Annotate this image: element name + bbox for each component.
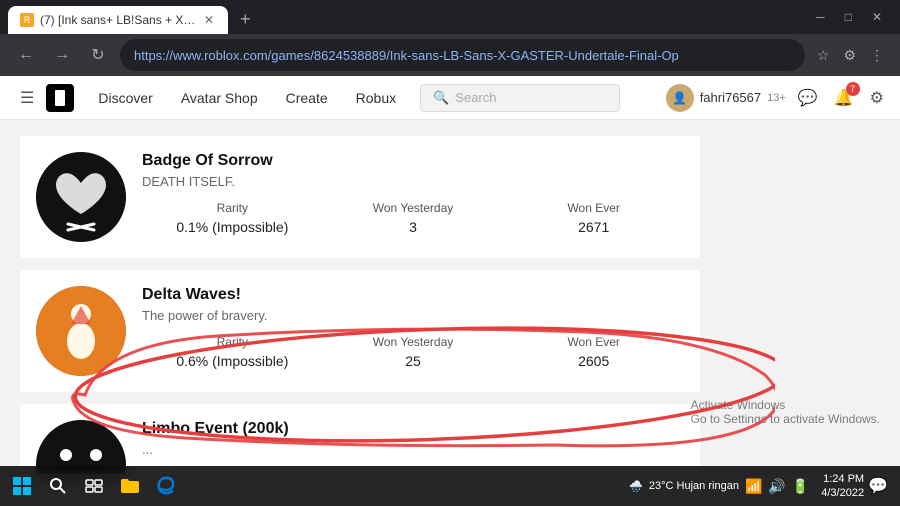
notifications-button[interactable]: 🔔 7 bbox=[830, 84, 858, 112]
search-placeholder: Search bbox=[455, 90, 496, 105]
address-bar: ← → ↻ ☆ ⚙ ⋮ bbox=[0, 34, 900, 76]
hamburger-menu-icon[interactable]: ☰ bbox=[12, 80, 42, 116]
ever-label-2: Won Ever bbox=[503, 335, 684, 349]
forward-button[interactable]: → bbox=[48, 41, 76, 69]
edge-browser-button[interactable] bbox=[148, 468, 184, 504]
stat-ever-sorrow: Won Ever 2671 bbox=[503, 201, 684, 235]
badge-name-delta: Delta Waves! bbox=[142, 286, 684, 304]
stat-yesterday-delta: Won Yesterday 25 bbox=[323, 335, 504, 369]
nav-discover[interactable]: Discover bbox=[86, 82, 164, 114]
badge-info-delta: Delta Waves! The power of bravery. Rarit… bbox=[142, 286, 684, 369]
activate-line1: Activate Windows bbox=[691, 398, 880, 412]
system-tray: 🌧️ 23°C Hujan ringan 📶 🔊 🔋 bbox=[629, 478, 809, 495]
close-button[interactable]: ✕ bbox=[862, 6, 892, 28]
nav-right: 👤 fahri76567 13+ 💬 🔔 7 ⚙ bbox=[666, 84, 888, 112]
volume-icon: 🔊 bbox=[768, 478, 785, 495]
badge-card-delta: Delta Waves! The power of bravery. Rarit… bbox=[20, 270, 700, 392]
tab-close-button[interactable]: ✕ bbox=[202, 11, 216, 29]
bookmark-icon[interactable]: ☆ bbox=[813, 43, 834, 68]
messages-button[interactable]: 💬 bbox=[794, 84, 822, 112]
search-box[interactable]: 🔍 Search bbox=[420, 84, 620, 112]
search-taskbar-button[interactable] bbox=[40, 468, 76, 504]
badge-card-limbo: Limbo Event (200k) ... Rarity 0.0% (Impo… bbox=[20, 404, 700, 474]
ever-value-2: 2605 bbox=[503, 353, 684, 369]
user-avatar: 👤 bbox=[666, 84, 694, 112]
taskbar: 🌧️ 23°C Hujan ringan 📶 🔊 🔋 1:24 PM 4/3/2… bbox=[0, 466, 900, 506]
badge-desc-limbo: ... bbox=[142, 442, 684, 457]
tab-favicon: R bbox=[20, 13, 34, 27]
file-explorer-button[interactable] bbox=[112, 468, 148, 504]
start-button[interactable] bbox=[4, 468, 40, 504]
stat-yesterday-sorrow: Won Yesterday 3 bbox=[323, 201, 504, 235]
yesterday-value: 3 bbox=[323, 219, 504, 235]
wifi-icon: 📶 bbox=[745, 478, 762, 495]
more-icon[interactable]: ⋮ bbox=[866, 43, 888, 68]
badge-desc-sorrow: DEATH ITSELF. bbox=[142, 174, 684, 189]
age-label: 13+ bbox=[767, 92, 786, 104]
yesterday-label: Won Yesterday bbox=[323, 201, 504, 215]
badge-image-delta bbox=[36, 286, 126, 376]
address-input[interactable] bbox=[120, 39, 805, 71]
search-icon: 🔍 bbox=[433, 90, 449, 106]
weather-text: 23°C Hujan ringan bbox=[649, 480, 739, 492]
clock[interactable]: 1:24 PM 4/3/2022 bbox=[821, 472, 864, 501]
ever-value: 2671 bbox=[503, 219, 684, 235]
tab-title: (7) [Ink sans+ LB!Sans + X-GAS!... bbox=[40, 13, 196, 27]
yesterday-label-2: Won Yesterday bbox=[323, 335, 504, 349]
browser-tab[interactable]: R (7) [Ink sans+ LB!Sans + X-GAS!... ✕ bbox=[8, 6, 228, 34]
nav-robux[interactable]: Robux bbox=[344, 82, 408, 114]
refresh-button[interactable]: ↻ bbox=[84, 41, 112, 69]
stat-rarity-delta: Rarity 0.6% (Impossible) bbox=[142, 335, 323, 369]
roblox-navbar: ☰ Discover Avatar Shop Create Robux 🔍 Se… bbox=[0, 76, 900, 120]
nav-avatar-shop[interactable]: Avatar Shop bbox=[169, 82, 270, 114]
rarity-value: 0.1% (Impossible) bbox=[142, 219, 323, 235]
ever-label: Won Ever bbox=[503, 201, 684, 215]
settings-button[interactable]: ⚙ bbox=[866, 84, 888, 112]
weather-icon: 🌧️ bbox=[629, 480, 643, 493]
stat-ever-delta: Won Ever 2605 bbox=[503, 335, 684, 369]
activate-line2: Go to Settings to activate Windows. bbox=[691, 412, 880, 426]
minimize-button[interactable]: ─ bbox=[806, 6, 835, 28]
badge-image-sorrow bbox=[36, 152, 126, 242]
badge-info-sorrow: Badge Of Sorrow DEATH ITSELF. Rarity 0.1… bbox=[142, 152, 684, 235]
rarity-label-2: Rarity bbox=[142, 335, 323, 349]
date-display: 4/3/2022 bbox=[821, 486, 864, 500]
yesterday-value-2: 25 bbox=[323, 353, 504, 369]
notification-center-icon[interactable]: 💬 bbox=[868, 476, 888, 496]
username: fahri76567 bbox=[700, 90, 761, 105]
activate-windows-watermark: Activate Windows Go to Settings to activ… bbox=[691, 398, 880, 426]
stat-rarity-sorrow: Rarity 0.1% (Impossible) bbox=[142, 201, 323, 235]
new-tab-button[interactable]: + bbox=[232, 5, 259, 34]
time-display: 1:24 PM bbox=[821, 472, 864, 486]
notification-badge: 7 bbox=[846, 82, 860, 96]
taskbar-right: 🌧️ 23°C Hujan ringan 📶 🔊 🔋 1:24 PM 4/3/2… bbox=[629, 472, 896, 501]
badge-stats-sorrow: Rarity 0.1% (Impossible) Won Yesterday 3… bbox=[142, 201, 684, 235]
back-button[interactable]: ← bbox=[12, 41, 40, 69]
badge-stats-delta: Rarity 0.6% (Impossible) Won Yesterday 2… bbox=[142, 335, 684, 369]
extension-icon[interactable]: ⚙ bbox=[839, 43, 860, 68]
rarity-label: Rarity bbox=[142, 201, 323, 215]
badge-name-limbo: Limbo Event (200k) bbox=[142, 420, 684, 438]
rarity-value-2: 0.6% (Impossible) bbox=[142, 353, 323, 369]
roblox-logo[interactable] bbox=[46, 84, 74, 112]
badge-name-sorrow: Badge Of Sorrow bbox=[142, 152, 684, 170]
maximize-button[interactable]: □ bbox=[835, 6, 862, 28]
battery-icon: 🔋 bbox=[792, 478, 809, 495]
badge-card-sorrow: Badge Of Sorrow DEATH ITSELF. Rarity 0.1… bbox=[20, 136, 700, 258]
nav-create[interactable]: Create bbox=[274, 82, 340, 114]
task-view-button[interactable] bbox=[76, 468, 112, 504]
badge-desc-delta: The power of bravery. bbox=[142, 308, 684, 323]
